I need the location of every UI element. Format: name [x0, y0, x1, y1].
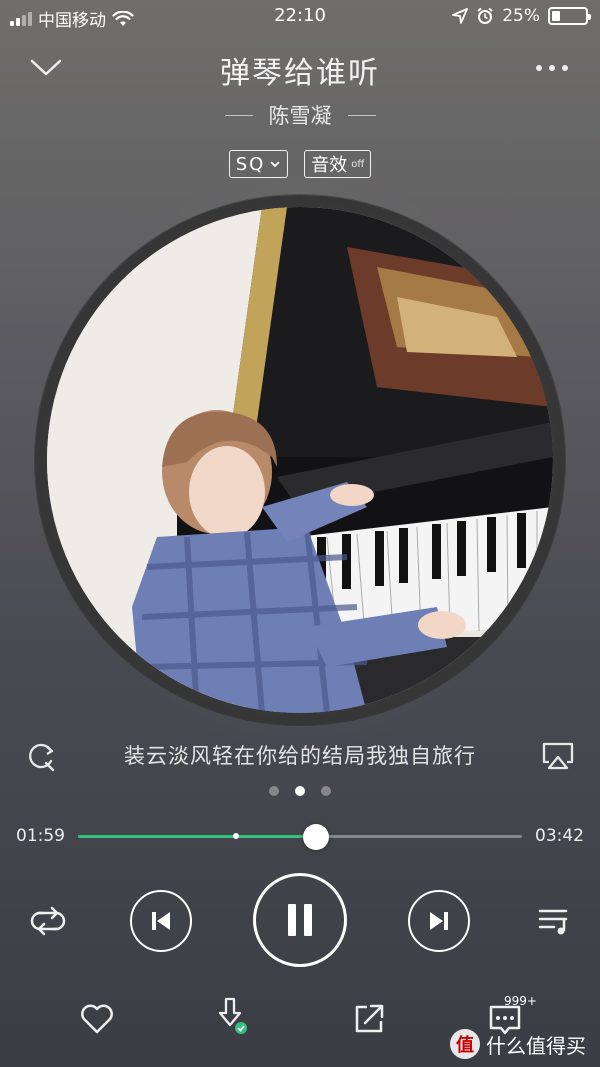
page-dot[interactable]	[269, 786, 279, 796]
total-time: 03:42	[535, 826, 584, 846]
chevron-down-icon	[270, 161, 280, 168]
artist-row: 陈雪凝	[0, 100, 600, 130]
artist-name[interactable]: 陈雪凝	[269, 100, 332, 130]
album-artwork	[47, 207, 553, 713]
heart-icon	[81, 1004, 113, 1034]
download-button[interactable]	[212, 994, 254, 1038]
watermark-logo: 值	[450, 1029, 480, 1059]
next-icon	[430, 912, 448, 930]
playlist-button[interactable]	[532, 900, 576, 940]
status-right: 25%	[452, 6, 591, 26]
status-bar: 中国移动 22:10 25%	[0, 0, 600, 34]
progress-handle[interactable]	[302, 824, 329, 850]
airplay-button[interactable]	[538, 738, 578, 774]
next-button[interactable]	[408, 890, 470, 952]
battery-percent: 25%	[502, 6, 540, 26]
repeat-icon	[30, 906, 66, 936]
battery-fill	[552, 11, 560, 21]
sound-effect-button[interactable]: 音效 off	[304, 150, 372, 178]
share-icon	[355, 1004, 384, 1033]
repeat-button[interactable]	[26, 900, 70, 940]
page-dot[interactable]	[295, 786, 305, 796]
watermark: 值 什么值得买	[450, 1029, 586, 1059]
divider	[347, 114, 376, 116]
current-time: 01:59	[16, 826, 65, 846]
effect-state: off	[351, 158, 365, 170]
quality-label: SQ	[235, 153, 266, 175]
divider	[224, 114, 253, 116]
quality-selector[interactable]: SQ	[228, 150, 289, 178]
battery-icon	[548, 7, 591, 25]
effect-label: 音效	[311, 155, 348, 176]
like-button[interactable]	[76, 998, 118, 1040]
previous-icon	[152, 912, 170, 930]
progress-bar[interactable]: 01:59 03:42	[0, 822, 600, 852]
song-title: 弹琴给谁听	[220, 56, 380, 91]
alarm-icon	[477, 7, 493, 24]
airplay-icon	[542, 742, 574, 770]
progress-track[interactable]	[78, 824, 522, 850]
current-lyric[interactable]: 装云淡风轻在你给的结局我独自旅行	[0, 740, 600, 770]
quality-tags: SQ 音效 off	[0, 150, 600, 178]
download-icon	[218, 997, 247, 1034]
watermark-text: 什么值得买	[486, 1033, 586, 1058]
playlist-icon	[538, 909, 568, 935]
page-indicator	[0, 786, 600, 796]
buffer-marker	[233, 833, 240, 839]
comment-count: 999+	[504, 994, 537, 1008]
page-dot[interactable]	[321, 786, 331, 796]
location-icon	[452, 8, 469, 24]
progress-played	[78, 835, 316, 838]
share-button[interactable]	[348, 998, 390, 1040]
pause-button[interactable]	[253, 873, 347, 967]
pause-icon	[288, 904, 312, 936]
album-cover[interactable]	[47, 207, 553, 713]
previous-button[interactable]	[130, 890, 192, 952]
